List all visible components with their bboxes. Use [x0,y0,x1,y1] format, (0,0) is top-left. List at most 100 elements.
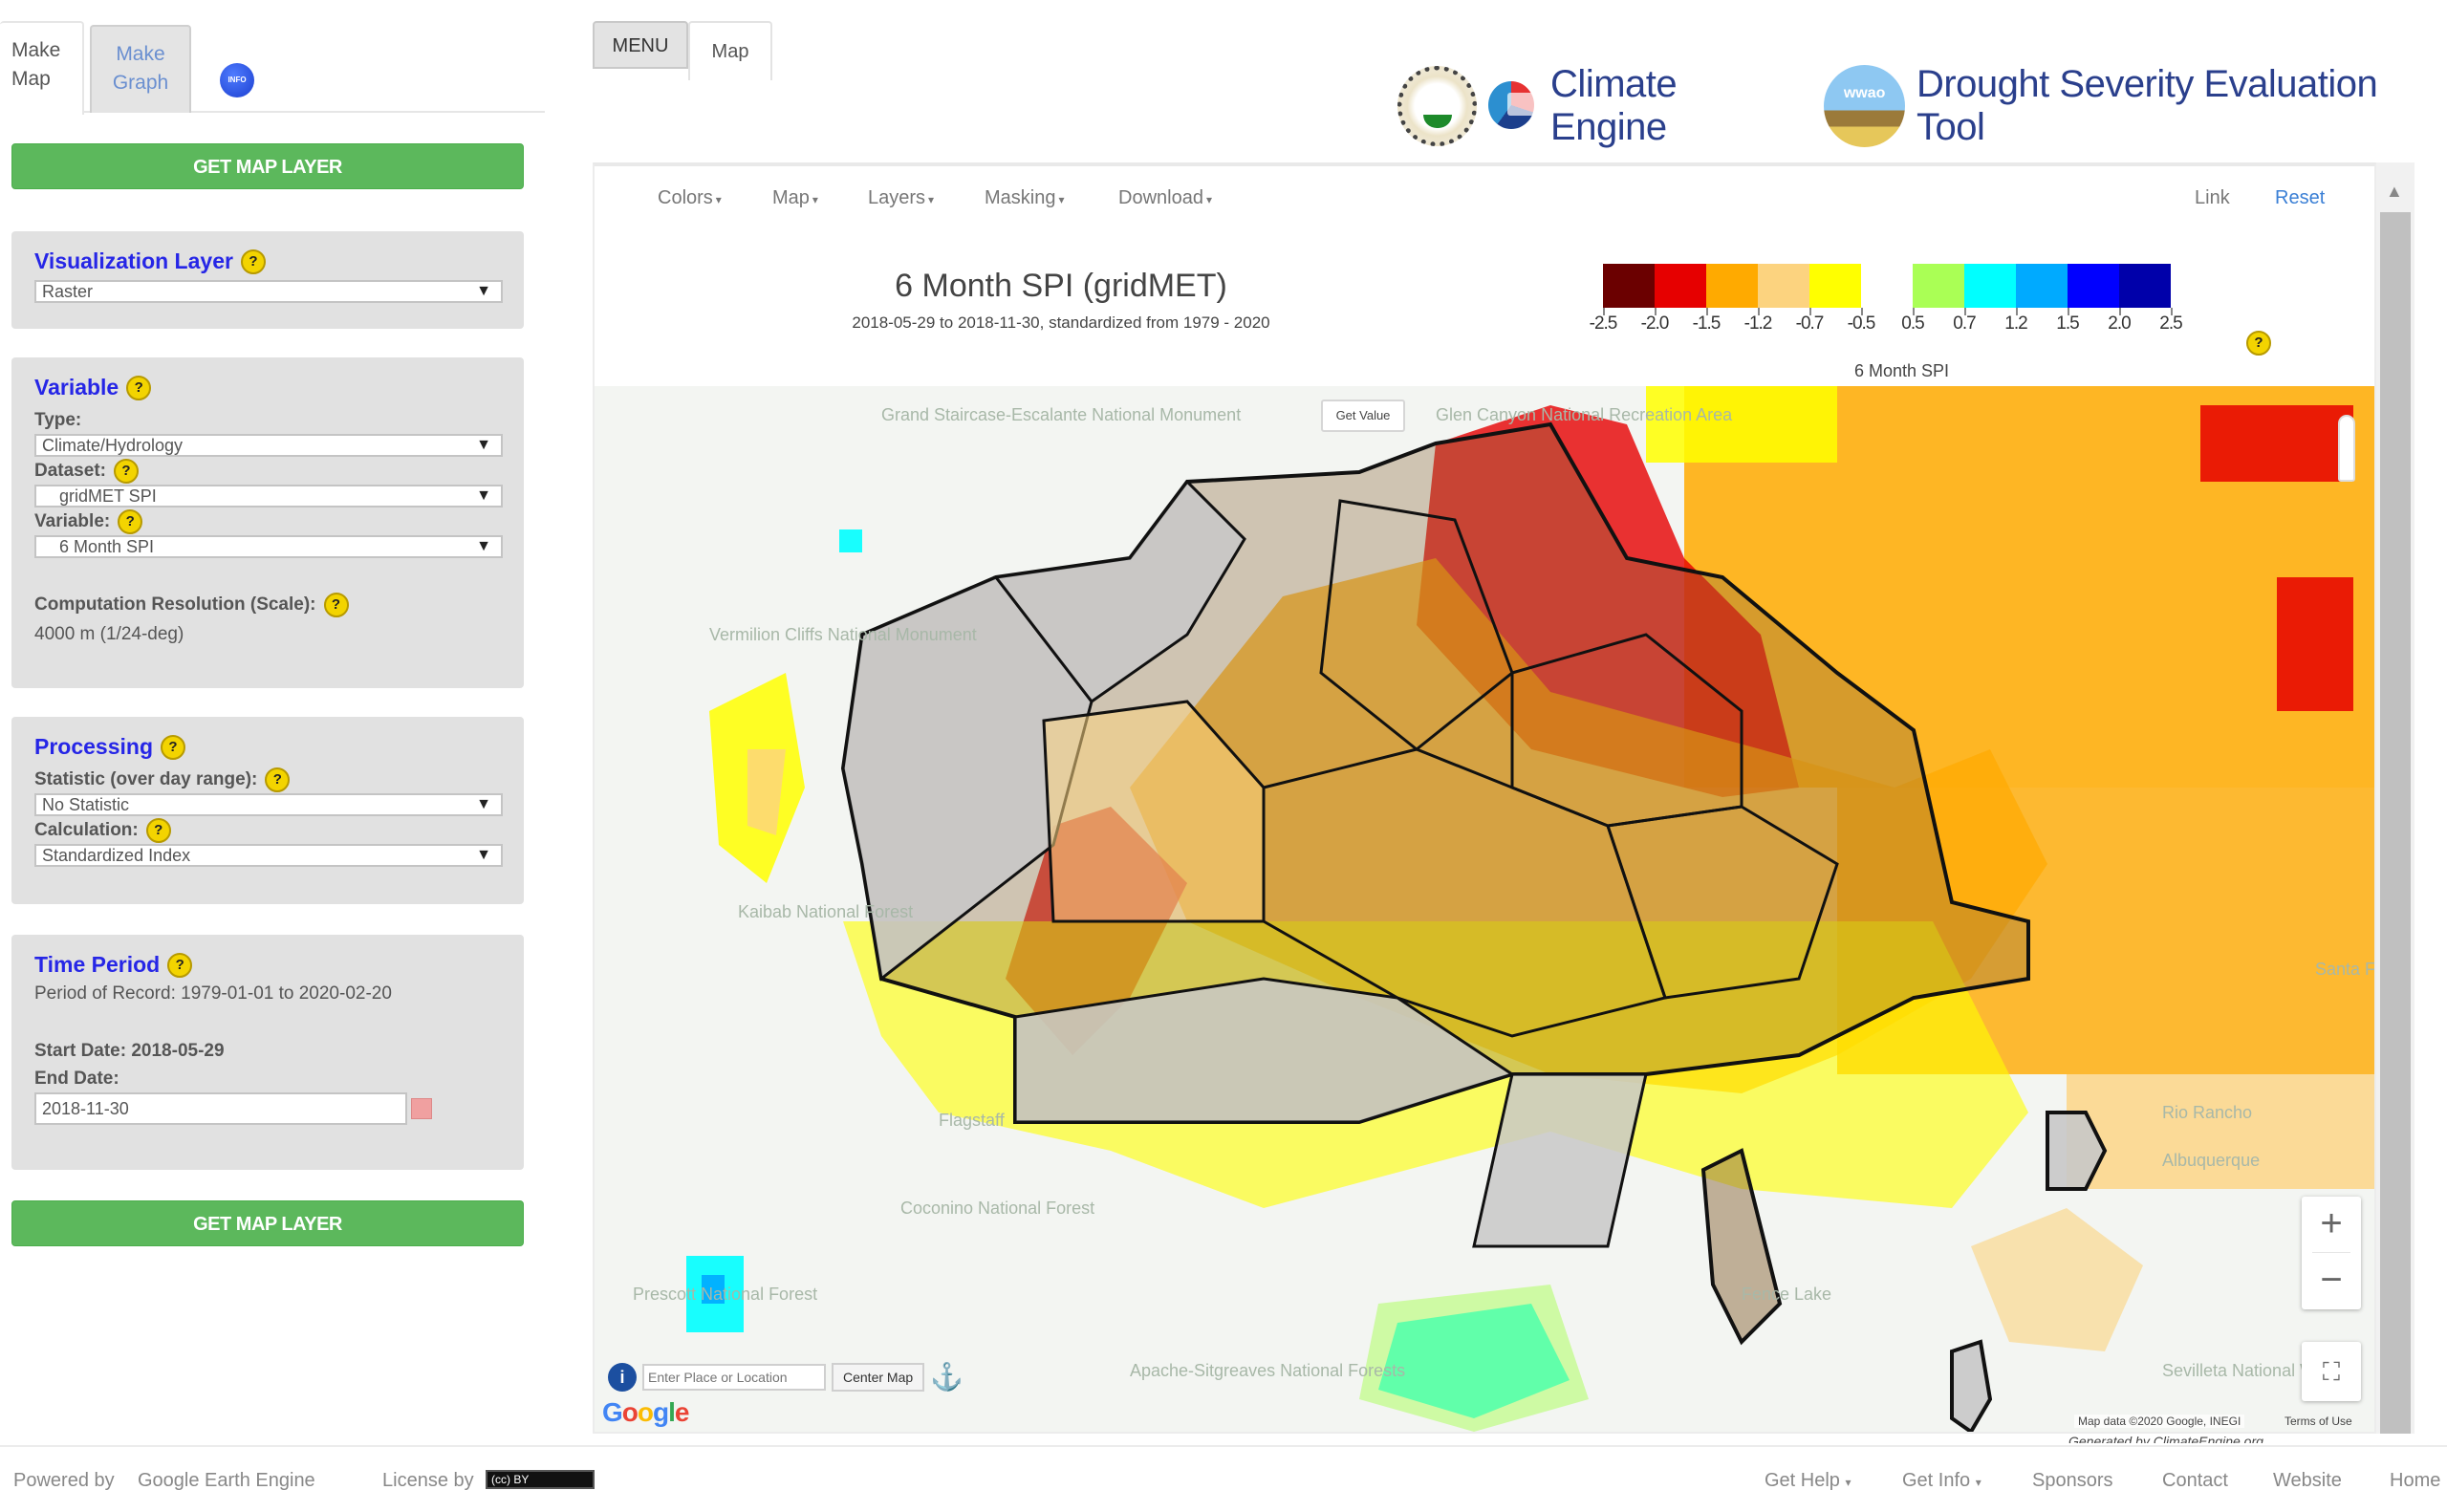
visualization-title: Visualization Layer ? [34,248,501,274]
start-date-text: Start Date: 2018-05-29 [34,1040,225,1061]
scrollbar-thumb[interactable] [2380,212,2411,1434]
dataset-select[interactable]: gridMET SPI ▼ [34,485,503,508]
legend-swatch [2119,264,2171,308]
help-icon[interactable]: ? [145,817,171,843]
link-button[interactable]: Link [2195,187,2230,209]
help-icon[interactable]: ? [126,375,152,400]
variable-title-text: Variable [34,375,119,400]
footer-get-help[interactable]: Get Help ▾ [1765,1470,1851,1492]
processing-panel: Processing ? Statistic (over day range):… [11,717,524,904]
toolbar-masking-menu[interactable]: Masking ▾ [985,187,1065,209]
map-canvas[interactable]: Grand Staircase-Escalante National Monum… [595,386,2374,1432]
fullscreen-button[interactable]: ⛶ [2302,1342,2361,1401]
map-title: 6 Month SPI (gridMET) [895,268,1227,304]
type-select[interactable]: Climate/Hydrology ▼ [34,434,503,457]
footer-get-info[interactable]: Get Info ▾ [1902,1470,1981,1492]
time-period-title-text: Time Period [34,952,161,977]
dropdown-arrow-icon: ▼ [476,437,491,453]
caret-down-icon: ▾ [715,193,722,206]
climate-engine-logo [1487,77,1539,135]
place-label: Grand Staircase-Escalante National Monum… [881,405,1242,424]
tab-make-map[interactable]: Make Map [0,21,84,115]
variable-title: Variable ? [34,375,501,400]
calculation-select[interactable]: Standardized Index ▼ [34,844,503,867]
caret-down-icon: ▾ [1058,193,1065,206]
visualization-panel: Visualization Layer ? Raster ▼ [11,231,524,329]
location-search-input[interactable] [642,1363,826,1391]
legend-tick-label: 0.7 [1953,313,1976,334]
processing-title-text: Processing [34,734,153,759]
footer-contact[interactable]: Contact [2162,1470,2228,1492]
footer-home[interactable]: Home [2390,1470,2440,1492]
raster-region [839,529,862,552]
variable-select[interactable]: 6 Month SPI ▼ [34,535,503,558]
tab-make-map-line1: Make [11,39,61,61]
get-map-layer-button-bottom[interactable]: GET MAP LAYER [11,1200,524,1246]
help-icon[interactable]: ? [265,767,291,792]
help-icon[interactable]: ? [161,734,185,760]
statistic-label: Statistic (over day range): ? [34,766,501,793]
wwao-logo: wwao [1824,65,1905,147]
map-subtitle: 2018-05-29 to 2018-11-30, standardized f… [852,313,1270,332]
caret-down-icon: ▾ [1205,193,1212,206]
legend-help-icon[interactable]: ? [2246,331,2271,356]
cc-license-badge[interactable]: (cc) BY [486,1468,595,1490]
drop-pin-icon[interactable]: ⚓ [930,1361,964,1393]
map-tab[interactable]: Map [688,21,772,80]
get-map-layer-button-top[interactable]: GET MAP LAYER [11,143,524,189]
zoom-in-button[interactable]: + [2302,1197,2361,1252]
footer-website[interactable]: Website [2273,1470,2342,1492]
help-icon[interactable]: ? [113,458,139,484]
legend-swatch [1861,264,1913,308]
footer-sponsors[interactable]: Sponsors [2032,1470,2113,1492]
legend-swatch [1913,264,1964,308]
toolbar-layers-menu[interactable]: Layers ▾ [868,187,934,209]
type-value: Climate/Hydrology [42,436,184,455]
help-icon[interactable]: ? [240,248,266,274]
visualization-layer-value: Raster [42,282,94,301]
footer: Powered by Google Earth Engine License b… [0,1445,2447,1512]
help-icon[interactable]: ? [323,592,349,617]
dataset-label-text: Dataset: [34,460,106,481]
statistic-select[interactable]: No Statistic ▼ [34,793,503,816]
reset-button[interactable]: Reset [2275,187,2325,209]
place-label: Glen Canyon National Recreation Area [1436,405,1733,424]
visualization-layer-select[interactable]: Raster ▼ [34,280,503,303]
legend-swatch [2068,264,2119,308]
center-map-button[interactable]: Center Map [832,1362,925,1392]
info-icon[interactable]: INFO [220,63,254,97]
place-label: Apache-Sitgreaves National Forests [1130,1361,1406,1380]
help-icon[interactable]: ? [118,508,143,534]
terms-of-use-link[interactable]: Terms of Use [2285,1415,2352,1428]
climate-engine-title: Climate Engine [1550,63,1678,148]
menu-tab[interactable]: MENU [593,21,688,69]
end-date-input[interactable]: 2018-11-30 [34,1092,407,1125]
zoom-out-button[interactable]: − [2302,1253,2361,1308]
tab-make-graph-line1: Make [116,43,165,65]
processing-title: Processing ? [34,734,501,760]
toolbar-colors-menu[interactable]: Colors ▾ [658,187,722,209]
toolbar-download-menu[interactable]: Download ▾ [1118,187,1212,209]
variable-label-text: Variable: [34,510,111,531]
google-earth-engine-link[interactable]: Google Earth Engine [138,1470,315,1492]
tab-make-graph-line2: Graph [112,72,169,94]
end-date-value: 2018-11-30 [42,1099,129,1118]
scroll-up-arrow-icon[interactable]: ▲ [2386,182,2403,202]
cc-license-text: (cc) BY [486,1469,595,1489]
calendar-icon[interactable] [411,1098,432,1119]
variable-label: Variable: ? [34,508,501,535]
legend-tick-label: 2.0 [2108,313,2131,334]
place-label: Vermilion Cliffs National Monument [709,625,977,644]
map-attribution: Map data ©2020 Google, INEGI [2074,1415,2245,1428]
legend-swatch [1603,264,1655,308]
tab-make-graph[interactable]: Make Graph [90,25,191,113]
help-icon[interactable]: ? [167,952,193,978]
toolbar-download-label: Download [1118,187,1203,208]
toolbar-map-menu[interactable]: Map ▾ [772,187,818,209]
dropdown-arrow-icon: ▼ [476,796,491,812]
search-info-icon[interactable]: i [608,1362,637,1392]
get-value-button[interactable]: Get Value [1321,400,1405,432]
toolbar-map-label: Map [772,187,810,208]
street-view-pegman-icon[interactable] [2338,415,2355,482]
tribal-seal-logo [1397,66,1477,146]
